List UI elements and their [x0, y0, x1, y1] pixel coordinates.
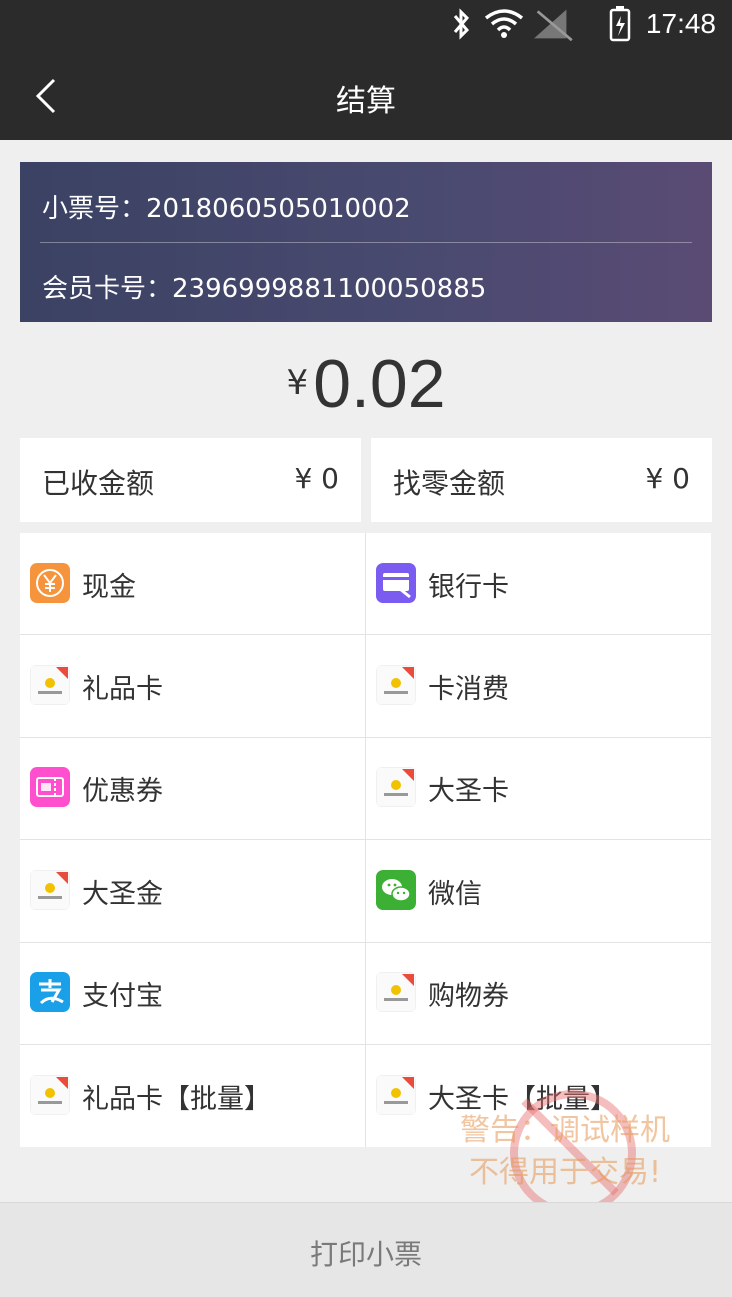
change-value: ¥ 0: [645, 462, 690, 495]
cash-icon: [30, 563, 70, 603]
payment-label: 礼品卡【批量】: [82, 1084, 271, 1115]
payment-label: 购物券: [428, 981, 509, 1012]
wechat-icon: [376, 870, 416, 910]
currency-symbol: ¥: [286, 363, 309, 403]
card-consume-icon: [376, 665, 416, 705]
alipay-icon: [30, 972, 70, 1012]
payment-label: 大圣卡: [428, 776, 509, 807]
payment-cash[interactable]: 现金: [20, 533, 365, 635]
payment-label: 卡消费: [428, 674, 509, 705]
received-amount-box: 已收金额 ¥ 0: [20, 438, 361, 522]
dasheng-card-batch-icon: [376, 1075, 416, 1115]
payment-coupon[interactable]: 优惠券: [20, 737, 365, 839]
bank-card-icon: [376, 563, 416, 603]
watermark-line: 不得用于交易!: [468, 1155, 662, 1190]
payment-gift-card-batch[interactable]: 礼品卡【批量】: [20, 1045, 365, 1147]
payment-dasheng-card[interactable]: 大圣卡: [366, 737, 711, 839]
payment-label: 大圣金: [82, 879, 163, 910]
divider: [40, 242, 692, 243]
dasheng-gold-icon: [30, 870, 70, 910]
ticket-number: 小票号：2018060505010002: [42, 194, 411, 224]
page-title: 结算: [336, 84, 396, 119]
payment-shopping-voucher[interactable]: 购物券: [366, 942, 711, 1044]
payment-alipay[interactable]: 支付宝: [20, 942, 365, 1044]
gift-card-icon: [30, 665, 70, 705]
status-bar: 17:48: [0, 0, 732, 50]
payment-wechat[interactable]: 微信: [366, 840, 711, 942]
payment-gift-card[interactable]: 礼品卡: [20, 635, 365, 737]
receipt-info-card: 小票号：2018060505010002 会员卡号：23969998811000…: [20, 162, 712, 322]
payment-label: 支付宝: [82, 981, 163, 1012]
total-amount: ¥ 0.02: [0, 345, 732, 423]
payment-method-grid: 现金 银行卡 礼品卡 卡消费 优惠券 大圣卡 大圣金 微信 支付宝 购物券 礼品…: [20, 533, 711, 1147]
payment-label: 银行卡: [428, 572, 509, 603]
print-receipt-button[interactable]: 打印小票: [0, 1202, 732, 1297]
no-signal-icon: [534, 9, 573, 42]
wifi-icon: [484, 9, 524, 38]
payment-label: 优惠券: [82, 776, 163, 807]
change-amount-box: 找零金额 ¥ 0: [371, 438, 712, 522]
gift-card-batch-icon: [30, 1075, 70, 1115]
member-card-number: 会员卡号：2396999881100050885: [42, 274, 487, 304]
payment-label: 礼品卡: [82, 674, 163, 705]
print-receipt-label: 打印小票: [309, 1238, 422, 1271]
payment-label: 微信: [428, 879, 482, 910]
dasheng-card-icon: [376, 767, 416, 807]
payment-dasheng-gold[interactable]: 大圣金: [20, 840, 365, 942]
battery-icon: [609, 6, 631, 42]
coupon-icon: [30, 767, 70, 807]
shopping-voucher-icon: [376, 972, 416, 1012]
watermark-line: 警告：调试样机: [460, 1113, 670, 1148]
change-label: 找零金额: [393, 467, 506, 500]
payment-bank-card[interactable]: 银行卡: [366, 533, 711, 635]
payment-card-consume[interactable]: 卡消费: [366, 635, 711, 737]
debug-watermark: 警告：调试样机 不得用于交易!: [420, 1110, 710, 1194]
clock: 17:48: [645, 8, 716, 39]
payment-label: 现金: [82, 572, 136, 603]
nav-bar: 结算: [0, 50, 732, 140]
bluetooth-icon: [453, 8, 470, 40]
received-label: 已收金额: [42, 467, 155, 500]
amount-value: 0.02: [313, 346, 446, 422]
received-value: ¥ 0: [294, 462, 339, 495]
